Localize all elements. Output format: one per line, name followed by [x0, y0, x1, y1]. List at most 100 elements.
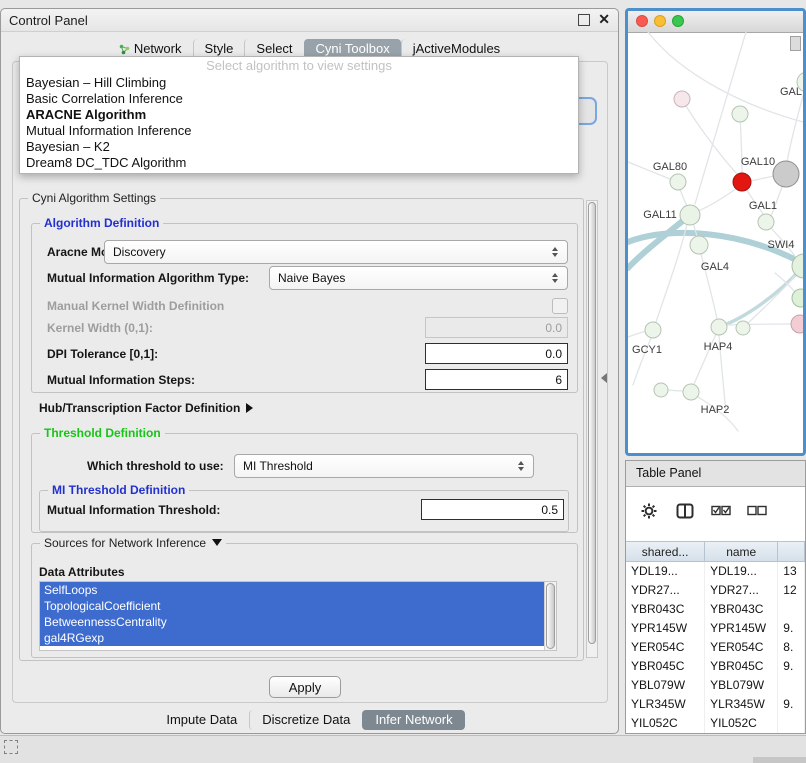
algorithm-placeholder: Select algorithm to view settings [20, 57, 578, 75]
table-cell: YDL19... [626, 562, 705, 581]
network-edge[interactable] [668, 390, 683, 391]
settings-scrollbar[interactable] [586, 200, 598, 658]
collapsed-caret-icon [246, 403, 253, 413]
network-node[interactable] [732, 106, 748, 122]
dpi-tolerance-input[interactable] [425, 343, 568, 364]
table-row[interactable]: YDL19...YDL19...13 [626, 562, 805, 581]
resize-grip[interactable] [753, 757, 806, 763]
network-edge[interactable] [648, 32, 803, 122]
network-icon [119, 44, 130, 55]
which-threshold-select[interactable]: MI Threshold [234, 454, 534, 478]
hub-section-toggle[interactable]: Hub/Transcription Factor Definition [39, 401, 253, 415]
table-cell: YER054C [705, 638, 778, 657]
network-node[interactable] [680, 205, 700, 225]
algorithm-option[interactable]: Bayesian – K2 [20, 139, 578, 155]
manual-kernel-checkbox[interactable] [552, 298, 568, 314]
table-panel: Table Panel shared...name YDL19...YDL19.… [625, 460, 806, 734]
table-row[interactable]: YBL079WYBL079W [626, 676, 805, 695]
table-row[interactable]: YBR043CYBR043C [626, 600, 805, 619]
mi-steps-input[interactable] [425, 369, 568, 390]
manual-kernel-label: Manual Kernel Width Definition [47, 299, 224, 313]
bottom-tab-discretize-data[interactable]: Discretize Data [249, 710, 362, 730]
zoom-traffic-light[interactable] [672, 15, 684, 27]
network-view-window[interactable]: GALGAL80GAL10GAL11GAL1SWI4GAL4GCY1HAP4HA… [625, 8, 806, 456]
node-label: GCY1 [632, 344, 662, 356]
mi-type-select[interactable]: Naive Bayes [269, 266, 568, 290]
table-row[interactable]: YLR345WYLR345W9. [626, 695, 805, 714]
bottom-tab-impute-data[interactable]: Impute Data [154, 710, 249, 730]
bottom-tab-infer-network[interactable]: Infer Network [362, 710, 464, 730]
network-node[interactable] [690, 236, 708, 254]
network-node[interactable] [645, 322, 661, 338]
settings-gear-icon[interactable] [636, 500, 662, 522]
network-canvas[interactable]: GALGAL80GAL10GAL11GAL1SWI4GAL4GCY1HAP4HA… [628, 32, 803, 456]
sources-toggle[interactable]: Sources for Network Inference [40, 536, 226, 550]
table-cell: YDL19... [705, 562, 778, 581]
data-attributes-listbox[interactable]: SelfLoopsTopologicalCoefficientBetweenne… [39, 581, 557, 651]
table-cell: YDR27... [626, 581, 705, 600]
table-row[interactable]: YIL052CYIL052C [626, 714, 805, 733]
network-edge[interactable] [722, 268, 802, 326]
deselect-all-columns-icon[interactable] [744, 500, 770, 522]
table-row[interactable]: YDR27...YDR27...12 [626, 581, 805, 600]
settings-scrollbar-thumb[interactable] [588, 202, 596, 644]
attribute-item[interactable]: SelfLoops [40, 582, 556, 598]
apply-button[interactable]: Apply [269, 676, 341, 698]
aracne-mode-select[interactable]: Discovery [104, 240, 568, 264]
network-node[interactable] [736, 321, 750, 335]
network-node[interactable] [758, 214, 774, 230]
column-header[interactable]: name [705, 541, 778, 562]
table-panel-title: Table Panel [636, 466, 701, 480]
network-node[interactable] [791, 315, 803, 333]
list-scrollbar[interactable] [544, 582, 556, 650]
mi-type-label: Mutual Information Algorithm Type: [47, 271, 249, 285]
attribute-item[interactable]: gal4RGexp [40, 630, 556, 646]
network-edge[interactable] [682, 99, 738, 175]
algorithm-option[interactable]: Dream8 DC_TDC Algorithm [20, 155, 578, 171]
network-node[interactable] [674, 91, 690, 107]
mi-threshold-group-title: MI Threshold Definition [48, 483, 189, 497]
network-node[interactable] [654, 383, 668, 397]
network-node[interactable] [711, 319, 727, 335]
column-header[interactable] [778, 541, 805, 562]
network-edge[interactable] [748, 276, 795, 323]
attribute-item[interactable]: TopologicalCoefficient [40, 598, 556, 614]
close-traffic-light[interactable] [636, 15, 648, 27]
table-cell: YBL079W [626, 676, 705, 695]
kernel-width-input[interactable] [425, 317, 568, 338]
table-cell [778, 600, 805, 619]
algorithm-option[interactable]: Bayesian – Hill Climbing [20, 75, 578, 91]
network-node[interactable] [733, 173, 751, 191]
algorithm-option[interactable]: ARACNE Algorithm [20, 107, 578, 123]
select-all-columns-icon[interactable] [708, 500, 734, 522]
control-panel-titlebar[interactable]: Control Panel ✕ [1, 9, 618, 32]
attribute-item[interactable]: BetweennessCentrality [40, 614, 556, 630]
table-row[interactable]: YPR145WYPR145W9. [626, 619, 805, 638]
close-icon[interactable]: ✕ [598, 11, 610, 28]
table-cell: 12 [778, 581, 805, 600]
network-node[interactable] [773, 161, 799, 187]
table-toolbar [636, 497, 770, 525]
splitter-collapse-icon[interactable] [601, 373, 607, 383]
float-window-icon[interactable] [578, 14, 590, 26]
network-edge[interactable] [628, 331, 646, 337]
minimize-traffic-light[interactable] [654, 15, 666, 27]
network-edge[interactable] [750, 176, 774, 181]
algorithm-option[interactable]: Basic Correlation Inference [20, 91, 578, 107]
network-edge[interactable] [698, 188, 737, 211]
network-node[interactable] [670, 174, 686, 190]
network-node[interactable] [792, 289, 803, 307]
algorithm-option[interactable]: Mutual Information Inference [20, 123, 578, 139]
show-columns-icon[interactable] [672, 500, 698, 522]
node-label: GAL10 [741, 156, 775, 168]
list-scrollbar-thumb[interactable] [546, 583, 555, 649]
table-panel-titlebar[interactable]: Table Panel [626, 461, 805, 487]
float-panel-icon[interactable] [4, 740, 18, 754]
network-node[interactable] [683, 384, 699, 400]
table-row[interactable]: YBR045CYBR045C9. [626, 657, 805, 676]
stepper-icon [547, 247, 567, 257]
table-row[interactable]: YER054CYER054C8. [626, 638, 805, 657]
mi-threshold-input[interactable] [421, 499, 564, 520]
column-header[interactable]: shared... [626, 541, 705, 562]
network-window-titlebar[interactable] [628, 11, 803, 33]
